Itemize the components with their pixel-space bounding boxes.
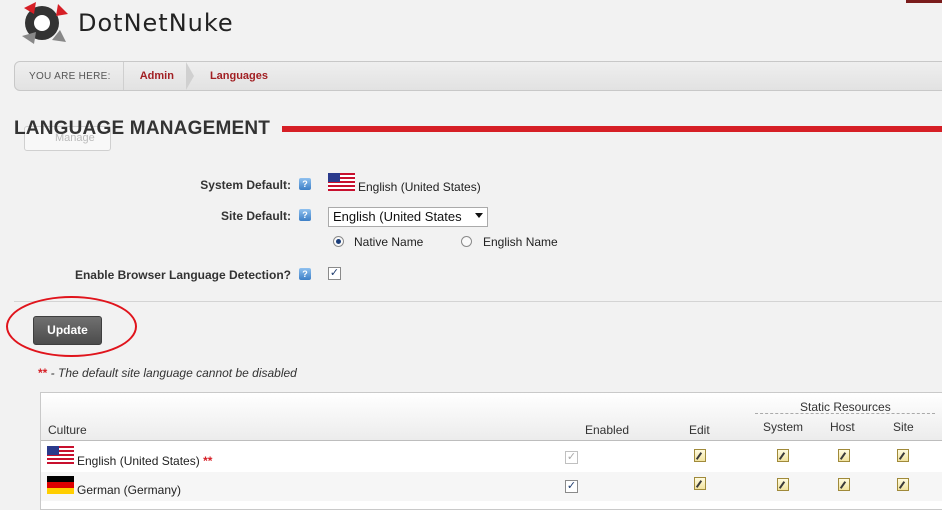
column-site: Site [893, 420, 914, 434]
help-icon[interactable]: ? [299, 178, 311, 190]
note-stars: ** [38, 366, 48, 380]
breadcrumb-item-admin[interactable]: Admin [124, 62, 195, 90]
edit-system-resources-icon[interactable] [777, 478, 789, 491]
browser-detection-checkbox[interactable]: ✓ [328, 267, 341, 280]
table-row: English (United States) ** ✓ [41, 443, 942, 472]
default-language-note: ** - The default site language cannot be… [38, 366, 297, 380]
column-system: System [763, 420, 804, 434]
us-flag-icon [47, 446, 74, 464]
column-culture: Culture [48, 423, 87, 437]
help-icon[interactable]: ? [299, 209, 311, 221]
edit-site-resources-icon[interactable] [897, 478, 909, 491]
logo-text: DotNetNuke [78, 9, 234, 37]
edit-icon[interactable] [694, 477, 706, 490]
dnn-logo-icon [22, 2, 68, 44]
de-flag-icon [47, 476, 74, 494]
highlight-circle-annotation [6, 296, 137, 357]
site-logo[interactable]: DotNetNuke [14, 0, 234, 46]
culture-name: German (Germany) [77, 483, 182, 497]
breadcrumb-prefix: YOU ARE HERE: [15, 62, 124, 90]
column-host: Host [830, 420, 855, 434]
system-default-label: System Default: [200, 178, 291, 192]
edit-site-resources-icon[interactable] [897, 449, 909, 462]
edit-host-resources-icon[interactable] [838, 478, 850, 491]
languages-table: Culture Enabled Edit Static Resources Sy… [40, 392, 942, 510]
note-text: - The default site language cannot be di… [47, 366, 297, 380]
table-row: German (Germany) ✓ [41, 472, 942, 501]
top-corner-marker [906, 0, 942, 3]
page-title: LANGUAGE MANAGEMENT [14, 118, 271, 139]
help-icon[interactable]: ? [299, 268, 311, 280]
site-default-select[interactable]: English (United States [328, 207, 488, 227]
edit-host-resources-icon[interactable] [838, 449, 850, 462]
column-enabled: Enabled [585, 423, 630, 437]
site-default-label: Site Default: [220, 209, 291, 223]
column-edit: Edit [689, 423, 710, 437]
system-default-value: English (United States) [358, 180, 481, 194]
chevron-down-icon [475, 213, 483, 218]
native-name-label: Native Name [354, 235, 424, 249]
static-resources-rule [755, 413, 935, 414]
table-header: Culture Enabled Edit Static Resources Sy… [41, 393, 942, 441]
culture-name: English (United States) ** [77, 454, 213, 468]
section-divider [14, 301, 942, 302]
english-name-label: English Name [483, 235, 558, 249]
enabled-checkbox[interactable]: ✓ [565, 480, 578, 493]
us-flag-icon [328, 173, 355, 191]
site-default-value: English (United States [333, 209, 462, 224]
title-rule [282, 126, 942, 132]
native-name-radio[interactable] [333, 236, 344, 247]
enabled-checkbox: ✓ [565, 451, 578, 464]
english-name-radio[interactable] [461, 236, 472, 247]
column-group-static-resources: Static Resources [800, 400, 891, 414]
edit-system-resources-icon[interactable] [777, 449, 789, 462]
edit-icon[interactable] [694, 449, 706, 462]
breadcrumb-item-languages[interactable]: Languages [194, 62, 288, 90]
breadcrumb: YOU ARE HERE: Admin Languages [14, 61, 942, 91]
browser-detection-label: Enable Browser Language Detection? [74, 268, 291, 282]
